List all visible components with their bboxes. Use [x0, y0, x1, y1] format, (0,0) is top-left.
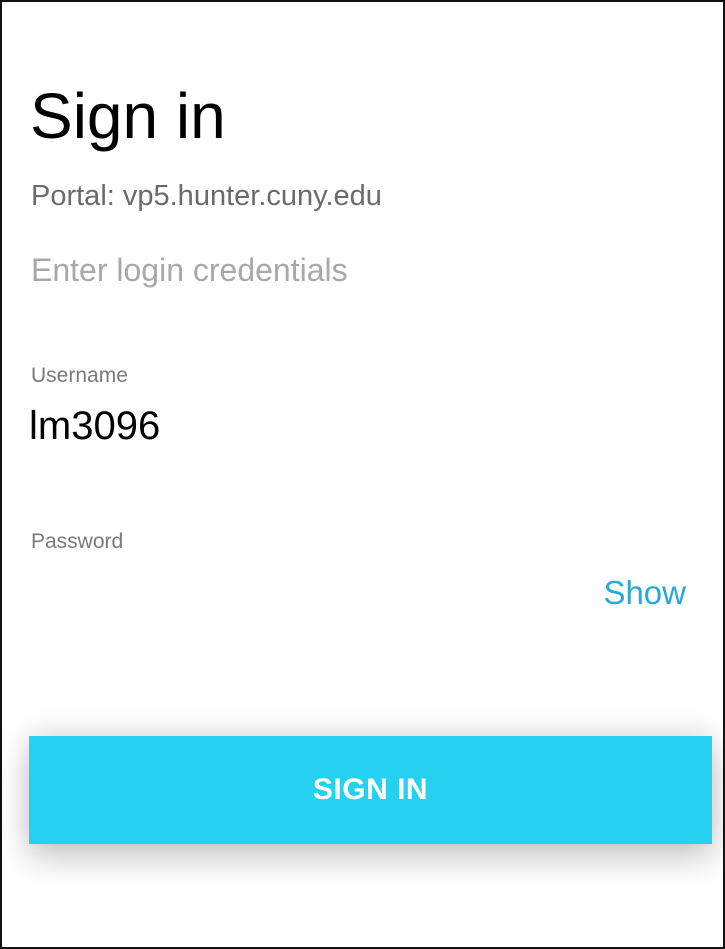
signin-screen: Sign in Portal: vp5.hunter.cuny.edu Ente…	[0, 0, 725, 949]
password-field[interactable]	[29, 570, 569, 616]
portal-text: Portal: vp5.hunter.cuny.edu	[31, 180, 382, 212]
password-label: Password	[31, 530, 124, 553]
show-password-toggle[interactable]: Show	[603, 572, 686, 614]
username-label: Username	[31, 364, 128, 387]
page-title: Sign in	[30, 80, 226, 152]
sign-in-button[interactable]: SIGN IN	[29, 736, 712, 844]
username-field[interactable]	[29, 402, 589, 450]
instruction-text: Enter login credentials	[31, 252, 348, 288]
